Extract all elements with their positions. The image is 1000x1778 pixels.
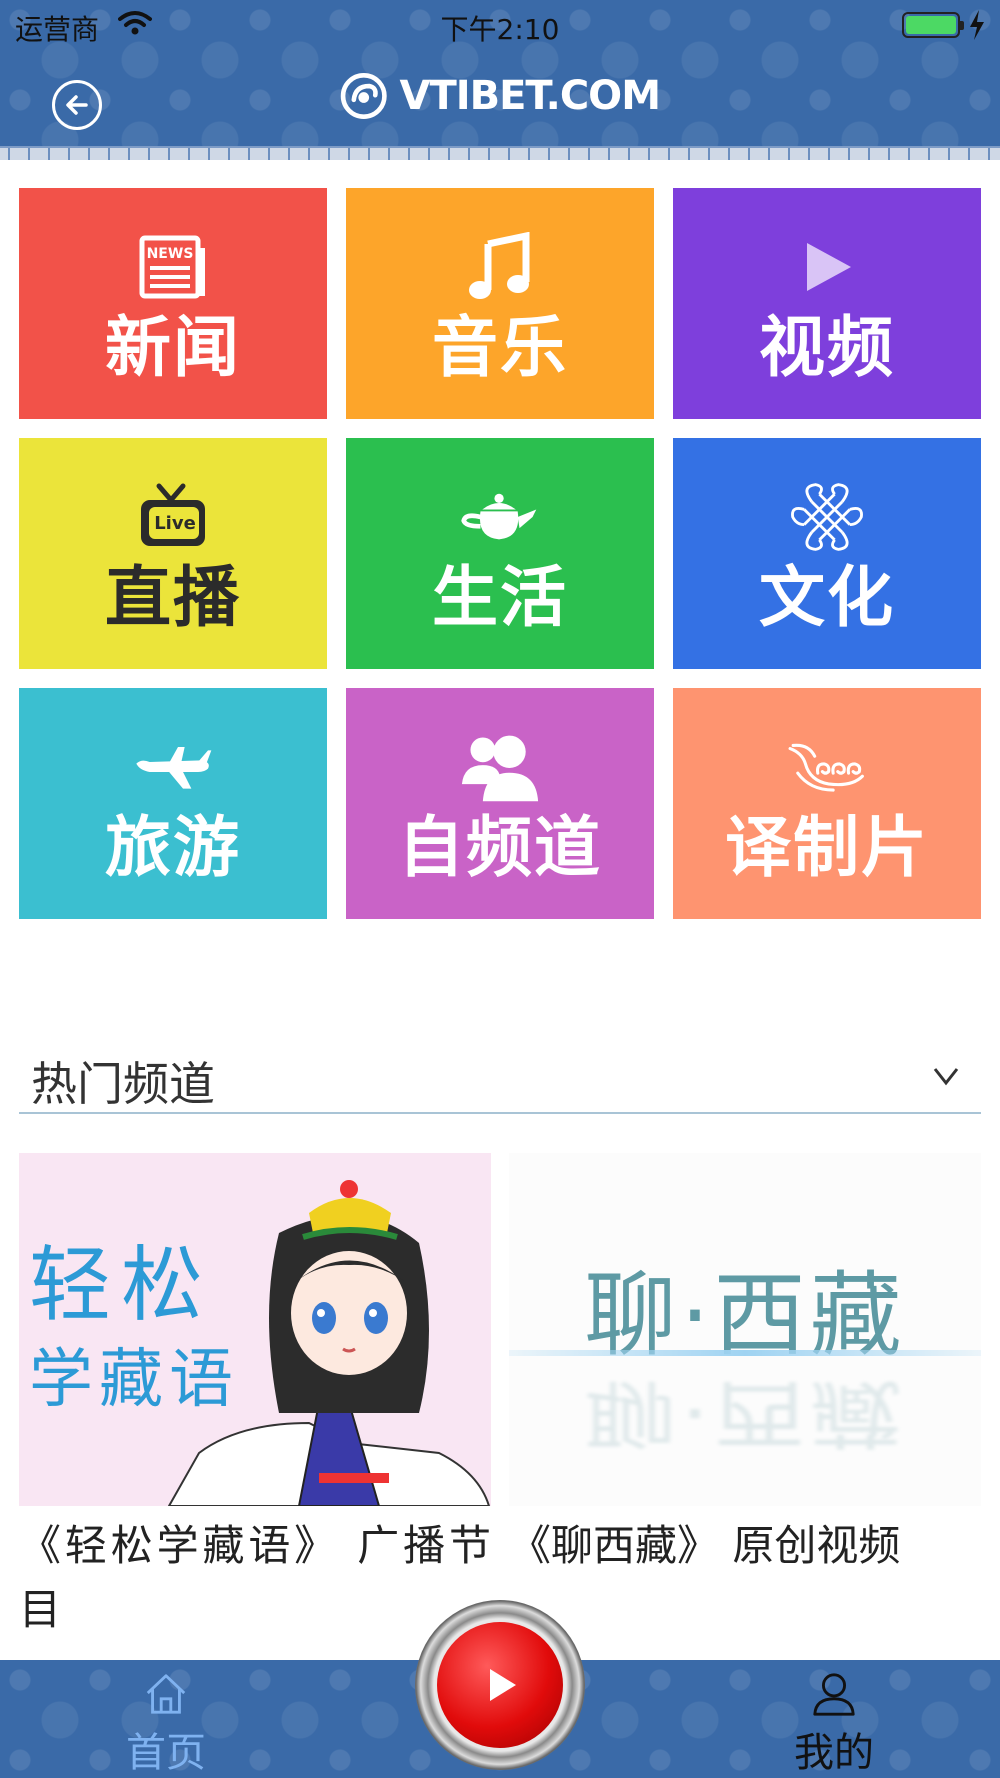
- tab-label: 我的: [794, 1730, 874, 1776]
- logo-swirl-icon: [340, 73, 387, 119]
- channel-card[interactable]: 轻松 学藏语 《轻松学藏语》 广播节目: [19, 1153, 491, 1642]
- channel-card[interactable]: 聊·西藏 聊·西藏 《聊西藏》 原创视频: [509, 1153, 981, 1578]
- tab-mine[interactable]: 我的: [734, 1670, 934, 1778]
- section-title: 热门频道: [31, 1057, 215, 1111]
- category-label: 译制片: [725, 808, 929, 886]
- thumbnail-divider: [509, 1350, 981, 1356]
- category-label: 视频: [759, 308, 895, 386]
- play-icon: [490, 1669, 516, 1701]
- chevron-down-icon[interactable]: [933, 1066, 959, 1086]
- live-tv-icon: Live: [133, 477, 213, 557]
- play-icon: [787, 227, 867, 307]
- back-button[interactable]: [52, 80, 102, 130]
- cloud-swirl-icon: [787, 727, 867, 807]
- category-self-channel-tile[interactable]: 自频道: [346, 688, 654, 919]
- user-icon: [813, 1673, 855, 1716]
- channel-thumbnail[interactable]: 聊·西藏 聊·西藏: [509, 1153, 981, 1506]
- battery-icon: [902, 12, 964, 38]
- home-icon: [146, 1674, 186, 1714]
- teapot-icon: [460, 477, 540, 557]
- category-live-tile[interactable]: Live 直播: [19, 438, 327, 669]
- tab-home[interactable]: 首页: [66, 1670, 266, 1778]
- svg-text:Live: Live: [154, 513, 196, 534]
- thumbnail-title-line1: 轻松: [29, 1238, 214, 1333]
- music-note-icon: [460, 227, 540, 307]
- category-video-tile[interactable]: 视频: [673, 188, 981, 419]
- category-label: 直播: [105, 558, 241, 636]
- thumbnail-reflection: 聊·西藏: [584, 1370, 906, 1456]
- tab-label: 首页: [126, 1730, 206, 1776]
- header-border-band: [0, 146, 1000, 160]
- category-label: 旅游: [105, 808, 241, 886]
- svg-text:NEWS: NEWS: [147, 246, 194, 262]
- status-bar: 运营商 下午2:10: [0, 0, 1000, 50]
- category-label: 自频道: [398, 808, 602, 886]
- category-label: 生活: [432, 558, 568, 636]
- category-label: 文化: [759, 558, 895, 636]
- hot-channels-header[interactable]: 热门频道: [19, 1040, 981, 1114]
- category-label: 新闻: [105, 308, 241, 386]
- play-button-core: [437, 1622, 563, 1748]
- channel-caption[interactable]: 《聊西藏》 原创视频: [509, 1514, 981, 1578]
- category-life-tile[interactable]: 生活: [346, 438, 654, 669]
- category-label: 音乐: [432, 308, 568, 386]
- category-dubbed-film-tile[interactable]: 译制片: [673, 688, 981, 919]
- endless-knot-icon: [787, 477, 867, 557]
- users-icon: [460, 727, 540, 807]
- thumbnail-title-line2: 学藏语: [29, 1343, 239, 1417]
- app-header: 运营商 下午2:10 VTIBET.COM: [0, 0, 1000, 160]
- category-news-tile[interactable]: NEWS 新闻: [19, 188, 327, 419]
- category-travel-tile[interactable]: 旅游: [19, 688, 327, 919]
- airplane-icon: [133, 727, 213, 807]
- news-icon: NEWS: [133, 227, 213, 307]
- site-logo: VTIBET.COM: [340, 66, 661, 126]
- category-music-tile[interactable]: 音乐: [346, 188, 654, 419]
- charging-icon: [970, 10, 984, 40]
- channel-thumbnail[interactable]: 轻松 学藏语: [19, 1153, 491, 1506]
- arrow-left-icon: [66, 95, 88, 115]
- status-time: 下午2:10: [440, 13, 560, 46]
- category-culture-tile[interactable]: 文化: [673, 438, 981, 669]
- play-button[interactable]: [415, 1600, 585, 1778]
- logo-text: VTIBET.COM: [399, 73, 661, 119]
